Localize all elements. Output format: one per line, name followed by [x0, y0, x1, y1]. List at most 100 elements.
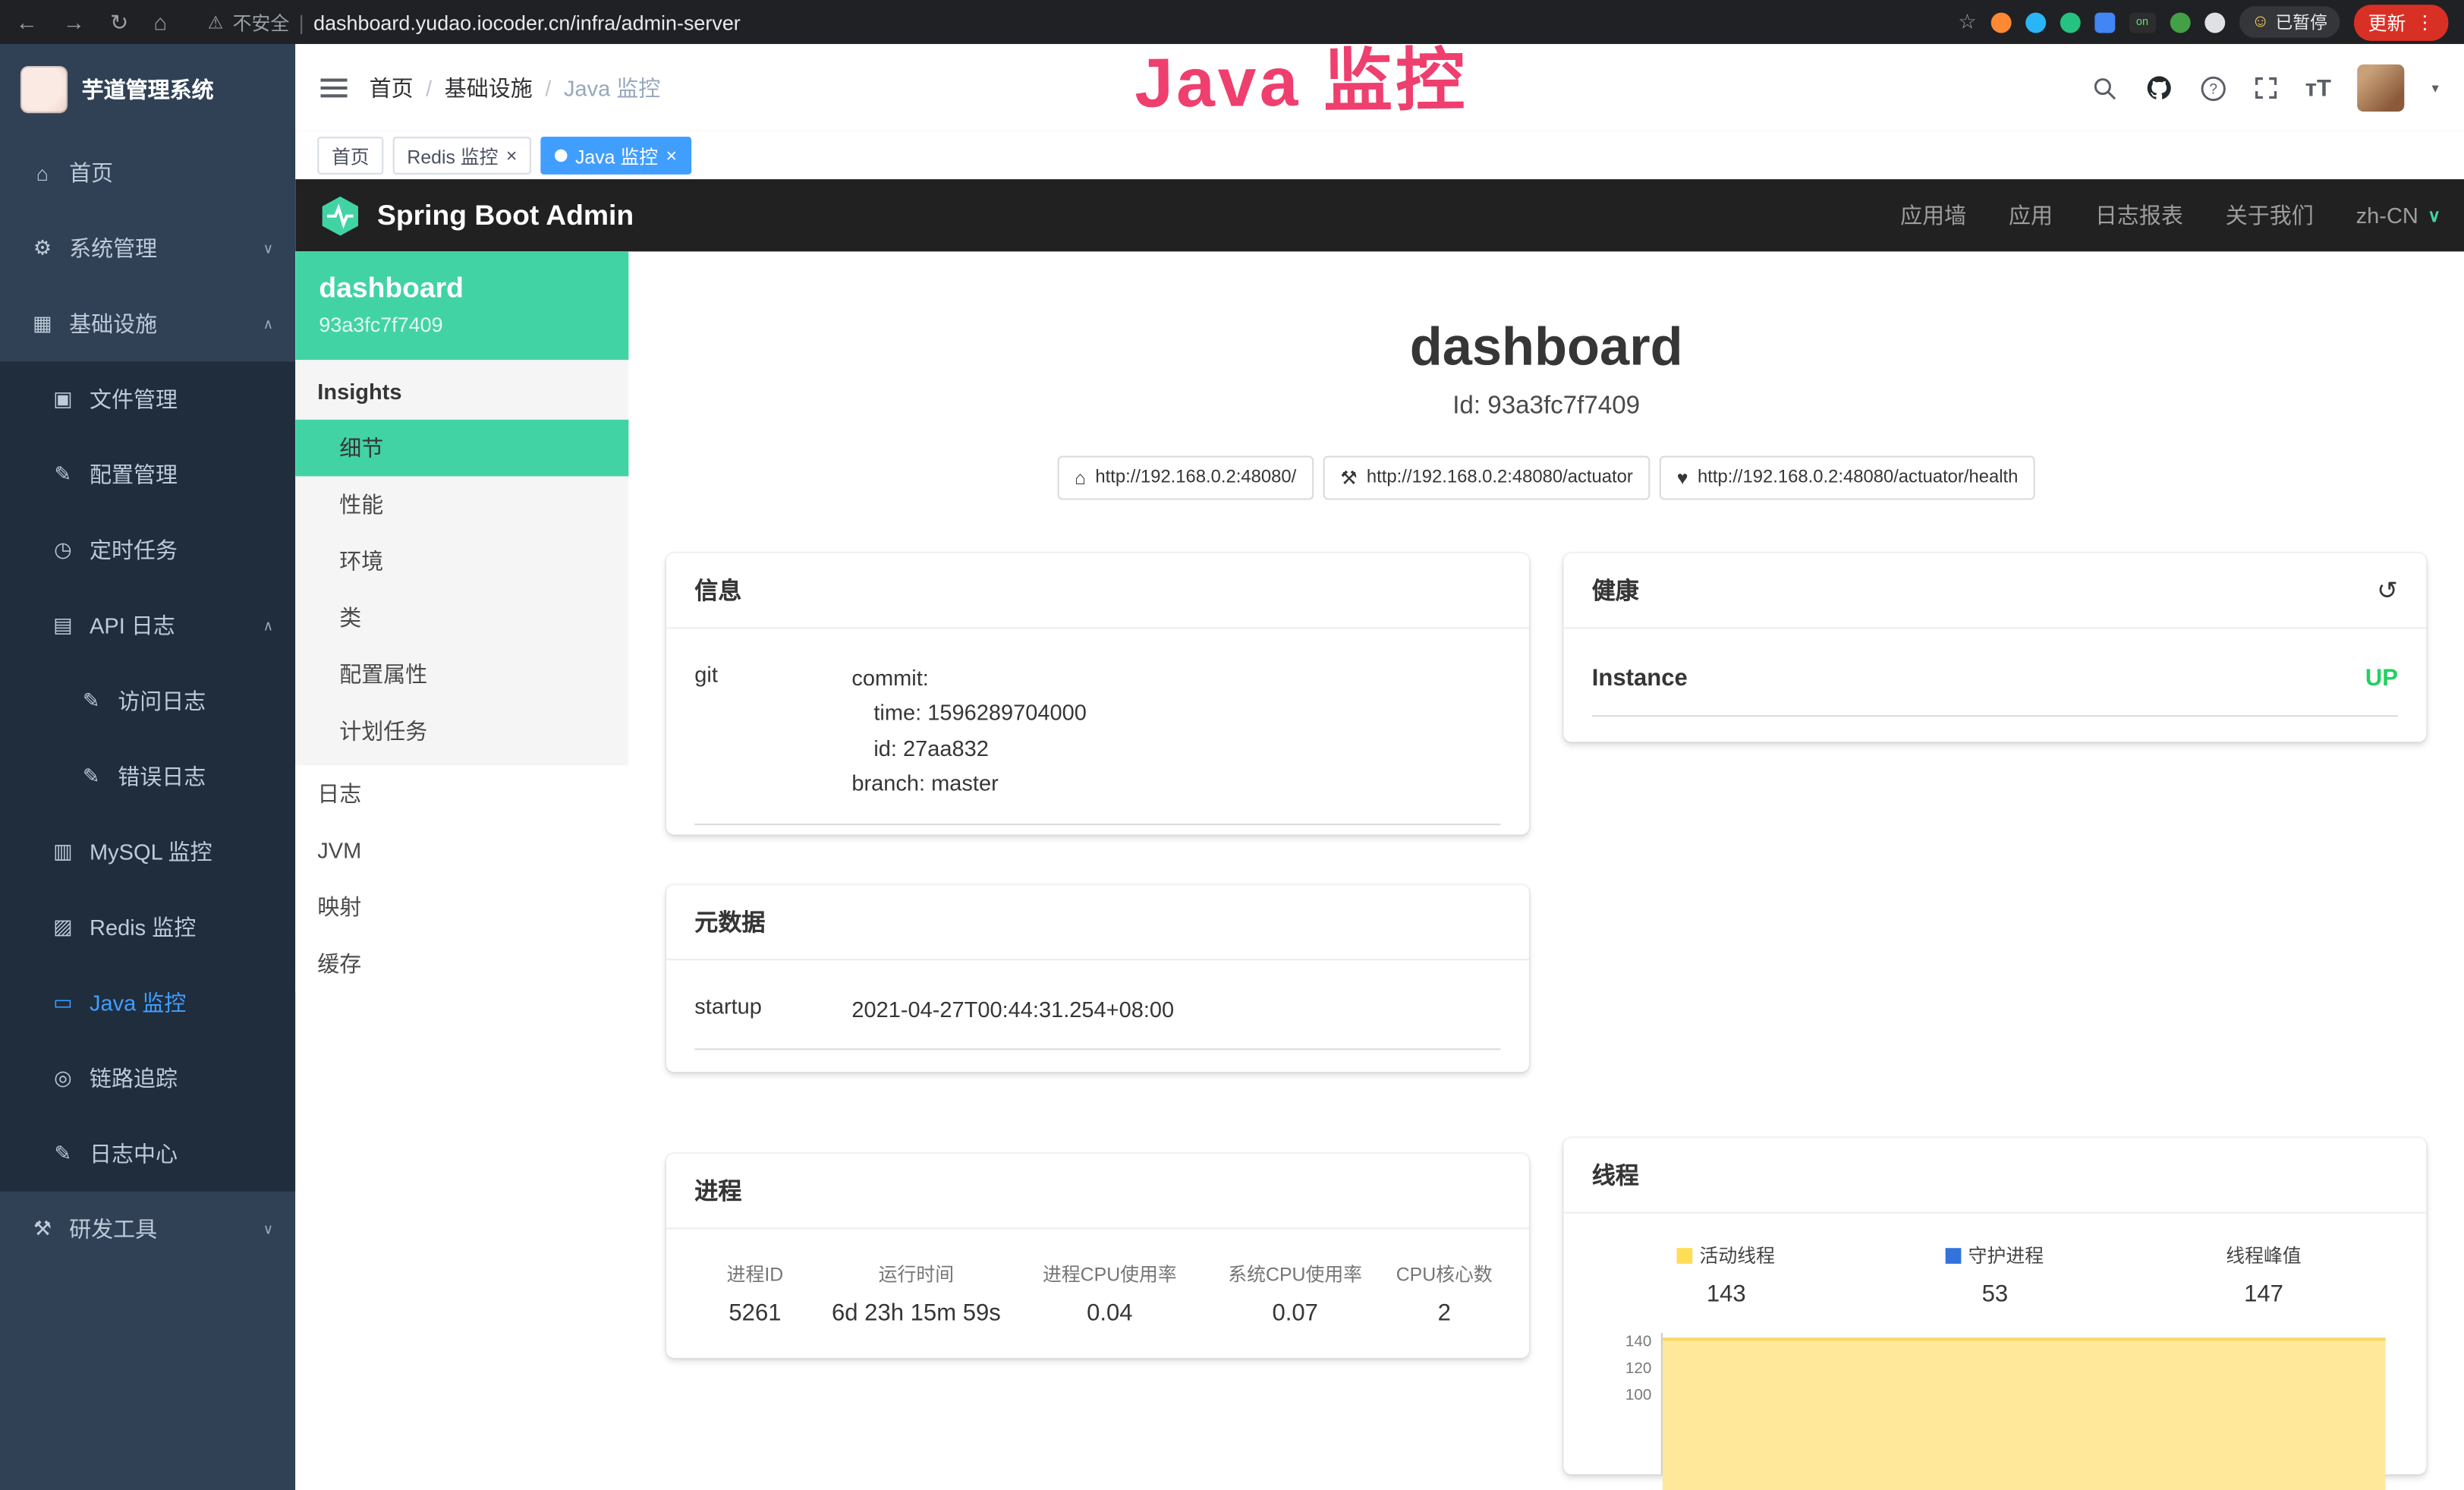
screen: ← → ↻ ⌂ ⚠ 不安全 | dashboard.yudao.iocoder.…: [0, 0, 2464, 1490]
extension-icon-2[interactable]: [2025, 12, 2046, 33]
help-icon[interactable]: ?: [2200, 74, 2226, 101]
instance-header[interactable]: dashboard 93a3fc7f7409: [295, 251, 628, 360]
home-icon: ⌂: [30, 161, 55, 184]
metadata-card: 元数据 startup 2021-04-27T00:44:31.254+08:0…: [666, 884, 1529, 1072]
extension-on-badge[interactable]: on: [2129, 12, 2155, 33]
mysql-icon: ▥: [50, 840, 75, 865]
sba-nav-configprops[interactable]: 配置属性: [295, 646, 628, 703]
cpu-cores: 2: [1388, 1293, 1501, 1348]
process-card-title: 进程: [666, 1154, 1529, 1229]
extension-grid-icon[interactable]: [2094, 12, 2115, 33]
sidebar-item-dev-tools[interactable]: ⚒ 研发工具 ∨: [0, 1192, 295, 1267]
sidebar-item-system-mgmt[interactable]: ⚙ 系统管理 ∨: [0, 210, 295, 285]
sidebar-item-redis-monitor[interactable]: ▨ Redis 监控: [0, 890, 295, 965]
sidebar-item-log-center[interactable]: ✎ 日志中心: [0, 1116, 295, 1191]
font-size-icon[interactable]: тT: [2305, 74, 2331, 101]
extension-icon-3[interactable]: [2060, 12, 2080, 33]
address-bar[interactable]: ⚠ 不安全 | dashboard.yudao.iocoder.cn/infra…: [208, 8, 741, 35]
brand-name: 芋道管理系统: [82, 74, 214, 105]
chevron-up-icon: ∧: [263, 617, 274, 635]
sba-nav-applications[interactable]: 应用: [2009, 200, 2053, 231]
sba-nav-scheduled-tasks[interactable]: 计划任务: [295, 703, 628, 760]
sba-nav-environment[interactable]: 环境: [295, 533, 628, 590]
sba-nav-details[interactable]: 细节: [295, 420, 628, 477]
reload-icon[interactable]: ↻: [110, 8, 128, 35]
bookmark-star-icon[interactable]: ☆: [1958, 9, 1976, 34]
history-icon[interactable]: ↺: [2377, 575, 2398, 606]
sidebar-item-cron-jobs[interactable]: ◷ 定时任务: [0, 512, 295, 587]
breadcrumb-infrastructure[interactable]: 基础设施: [445, 72, 533, 103]
threads-legend: 活动线程 143 守护进程 53 线程峰值: [1592, 1226, 2398, 1308]
sba-nav-jvm[interactable]: JVM: [295, 822, 628, 879]
sidebar-item-config-mgmt[interactable]: ✎ 配置管理: [0, 437, 295, 512]
sba-nav-classes[interactable]: 类: [295, 590, 628, 647]
status-badge: UP: [2365, 665, 2398, 691]
sba-nav-about[interactable]: 关于我们: [2226, 200, 2314, 231]
threads-card: 线程 活动线程 143 守护进程: [1563, 1138, 2426, 1474]
sidebar-item-home[interactable]: ⌂ 首页: [0, 135, 295, 210]
link-actuator-url[interactable]: ⚒ http://192.168.0.2:48080/actuator: [1323, 456, 1650, 500]
legend-daemon-threads: 守护进程 53: [1861, 1242, 2129, 1308]
link-health-url[interactable]: ♥ http://192.168.0.2:48080/actuator/heal…: [1660, 456, 2035, 500]
extension-puzzle-icon[interactable]: [2204, 12, 2225, 33]
breadcrumb: 首页 / 基础设施 / Java 监控: [370, 72, 661, 103]
sidebar-item-file-mgmt[interactable]: ▣ 文件管理: [0, 361, 295, 436]
back-icon[interactable]: ←: [16, 9, 38, 34]
sidebar-item-mysql-monitor[interactable]: ▥ MySQL 监控: [0, 814, 295, 890]
breadcrumb-current: Java 监控: [564, 72, 660, 103]
breadcrumb-home[interactable]: 首页: [370, 72, 414, 103]
tools-icon: ⚒: [30, 1217, 55, 1242]
sba-nav-metrics[interactable]: 性能: [295, 476, 628, 533]
health-card-title: 健康: [1592, 574, 1639, 606]
process-pid: 5261: [694, 1293, 815, 1348]
sba-nav-logs[interactable]: 日志: [295, 765, 628, 822]
menu-dots-icon[interactable]: ⋮: [2415, 11, 2434, 33]
chevron-down-icon: ∨: [2428, 205, 2440, 225]
process-table: 进程ID 运行时间 进程CPU使用率 系统CPU使用率 CPU核心数 5261: [694, 1242, 1500, 1349]
forward-icon[interactable]: →: [63, 9, 85, 34]
chevron-up-icon: ∧: [263, 315, 274, 332]
sba-nav-mappings[interactable]: 映射: [295, 879, 628, 936]
sidebar-item-tracing[interactable]: ◎ 链路追踪: [0, 1041, 295, 1116]
fullscreen-icon[interactable]: [2253, 75, 2278, 100]
sidebar-item-api-logs[interactable]: ▤ API 日志 ∧: [0, 587, 295, 663]
tab-redis-monitor[interactable]: Redis 监控 ×: [393, 137, 531, 175]
tab-java-monitor[interactable]: Java 监控 ×: [540, 137, 691, 175]
active-dot: [555, 150, 568, 162]
access-log-icon: ✎: [79, 688, 104, 713]
sba-logo-icon: [319, 194, 361, 237]
info-card: 信息 git commit: time: 1596289704000 id: 2…: [666, 553, 1529, 834]
update-button[interactable]: 更新 ⋮: [2354, 4, 2448, 40]
search-icon[interactable]: [2091, 74, 2118, 101]
github-icon[interactable]: [2145, 74, 2173, 102]
locale-select[interactable]: zh-CN ∨: [2356, 203, 2440, 228]
sidebar-item-java-monitor[interactable]: ▭ Java 监控: [0, 965, 295, 1040]
sba-nav-caches[interactable]: 缓存: [295, 935, 628, 992]
avatar-caret-icon[interactable]: ▾: [2431, 80, 2438, 97]
collapse-menu-icon[interactable]: [320, 77, 347, 99]
close-icon[interactable]: ×: [506, 146, 518, 165]
file-icon: ▣: [50, 386, 75, 411]
brand: 芋道管理系统: [0, 44, 295, 135]
metadata-card-title: 元数据: [666, 884, 1529, 959]
chart-plot-area: [1661, 1333, 2386, 1474]
user-avatar[interactable]: [2358, 65, 2405, 112]
link-base-url[interactable]: ⌂ http://192.168.0.2:48080/: [1057, 456, 1314, 500]
sba-sidebar: dashboard 93a3fc7f7409 Insights 细节 性能 环境…: [295, 251, 628, 1490]
close-icon[interactable]: ×: [666, 146, 677, 165]
home-icon[interactable]: ⌂: [153, 9, 167, 34]
extension-icon-1[interactable]: [1990, 12, 2011, 33]
sidebar-item-infrastructure[interactable]: ▦ 基础设施 ∧: [0, 286, 295, 361]
sba-title: Spring Boot Admin: [377, 199, 634, 232]
legend-peak-threads: 线程峰值 147: [2129, 1242, 2398, 1308]
sba-nav-journal[interactable]: 日志报表: [2095, 200, 2183, 231]
sidebar-item-error-logs[interactable]: ✎ 错误日志: [0, 739, 295, 814]
chevron-down-icon: ∨: [263, 1221, 274, 1238]
svg-text:?: ?: [2209, 81, 2217, 97]
tab-home[interactable]: 首页: [317, 137, 383, 175]
timer-icon: ◷: [50, 537, 75, 562]
sidebar-item-access-logs[interactable]: ✎ 访问日志: [0, 663, 295, 739]
sba-nav-wallboard[interactable]: 应用墙: [1900, 200, 1966, 231]
paused-badge[interactable]: ☺ 已暂停: [2239, 6, 2340, 37]
extension-leaf-icon[interactable]: [2170, 12, 2190, 33]
